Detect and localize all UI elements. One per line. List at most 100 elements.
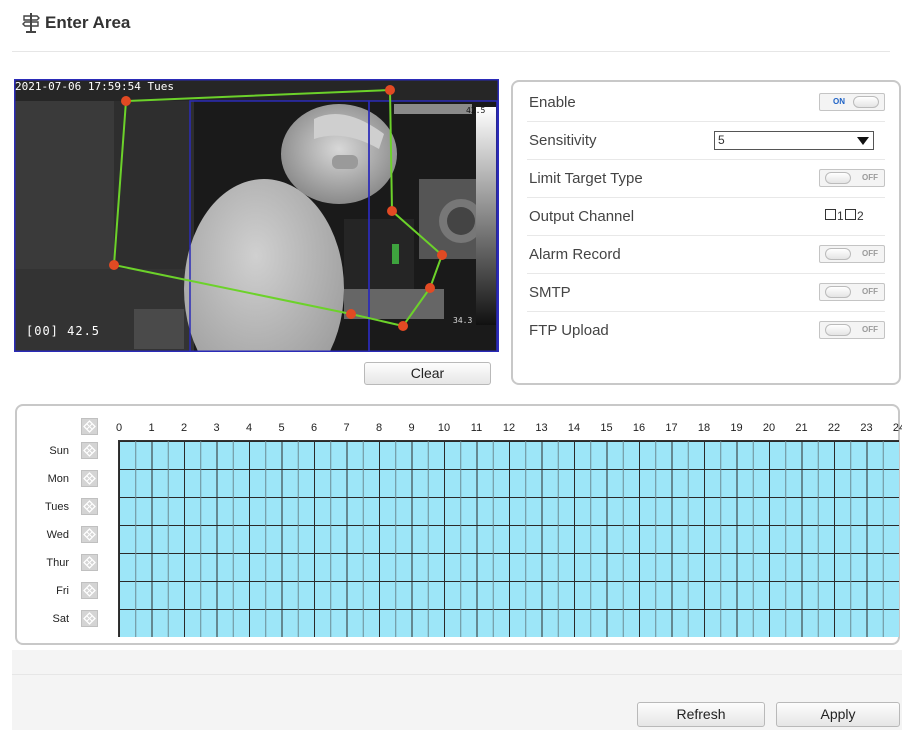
refresh-icon: [83, 528, 96, 541]
select-all-button[interactable]: [81, 418, 98, 435]
day-label: Mon: [47, 473, 69, 485]
hour-label: 0: [115, 422, 123, 434]
limit-target-type-label: Limit Target Type: [529, 170, 643, 187]
hour-label: 18: [697, 422, 711, 434]
day-label: Tues: [44, 501, 69, 513]
setting-row-smtp: SMTP OFF: [527, 274, 885, 312]
day-select-button[interactable]: [81, 554, 98, 571]
refresh-icon: [83, 612, 96, 625]
hour-label: 9: [408, 422, 415, 434]
toggle-knob: [825, 172, 851, 184]
hour-label: 20: [762, 422, 776, 434]
output-channel-1-label: 1: [837, 209, 844, 223]
day-label: Fri: [56, 585, 69, 597]
ftp-upload-toggle[interactable]: OFF: [819, 321, 885, 339]
thermal-image: [14, 79, 499, 352]
video-camera-id: [00] 42.5: [26, 324, 101, 338]
enable-label: Enable: [529, 94, 576, 111]
schedule-panel: 0123456789101112131415161718192021222324…: [15, 404, 902, 645]
output-channel-2-label: 2: [857, 209, 864, 223]
setting-row-sensitivity: Sensitivity 5: [527, 122, 885, 160]
day-label: Sat: [52, 613, 69, 625]
sensitivity-label: Sensitivity: [529, 132, 597, 149]
refresh-button[interactable]: Refresh: [637, 702, 765, 727]
day-label: Sun: [49, 445, 69, 457]
hour-label: 2: [180, 422, 188, 434]
day-select-button[interactable]: [81, 582, 98, 599]
signpost-icon: [22, 13, 40, 33]
day-select-button[interactable]: [81, 442, 98, 459]
smtp-state: OFF: [862, 287, 878, 296]
output-channel-2-checkbox[interactable]: [845, 209, 856, 220]
sensitivity-select[interactable]: 5: [714, 131, 874, 150]
header-divider: [12, 51, 890, 52]
hour-label: 13: [535, 422, 548, 434]
hour-label: 16: [632, 422, 646, 434]
hour-label: 19: [730, 422, 743, 434]
temp-scale-min: 34.3: [453, 316, 473, 325]
video-timestamp: 2021-07-06 17:59:54 Tues: [15, 80, 174, 93]
toggle-knob: [825, 286, 851, 298]
refresh-icon: [83, 500, 96, 513]
hour-label: 7: [343, 422, 350, 434]
day-label: Wed: [46, 529, 69, 541]
enable-toggle[interactable]: ON: [819, 93, 885, 111]
footer-divider: [12, 674, 902, 675]
day-select-button[interactable]: [81, 498, 98, 515]
day-select-button[interactable]: [81, 610, 98, 627]
settings-panel: Enable ON Sensitivity 5 Limit Target Typ…: [511, 80, 901, 385]
hour-label: 4: [245, 422, 253, 434]
refresh-icon: [83, 584, 96, 597]
toggle-knob: [853, 96, 879, 108]
hour-label: 14: [567, 422, 581, 434]
hour-label: 22: [827, 422, 841, 434]
hour-label: 21: [795, 422, 808, 434]
day-label: Thur: [46, 557, 69, 569]
setting-row-alarm-record: Alarm Record OFF: [527, 236, 885, 274]
refresh-icon: [83, 472, 96, 485]
clear-button[interactable]: Clear: [364, 362, 491, 385]
chevron-down-icon: [857, 137, 869, 145]
smtp-label: SMTP: [529, 284, 571, 301]
hour-label: 23: [860, 422, 873, 434]
footer-bar: [12, 650, 902, 730]
apply-button[interactable]: Apply: [776, 702, 900, 727]
hour-label: 6: [310, 422, 318, 434]
setting-row-limit-target-type: Limit Target Type OFF: [527, 160, 885, 198]
hour-label: 3: [213, 422, 220, 434]
schedule-grid[interactable]: [118, 440, 899, 637]
refresh-icon: [83, 420, 96, 433]
alarm-record-label: Alarm Record: [529, 246, 621, 263]
video-preview[interactable]: 2021-07-06 17:59:54 Tues [00] 42.5 42.5 …: [14, 79, 499, 352]
output-channel-1-checkbox[interactable]: [825, 209, 836, 220]
alarm-record-state: OFF: [862, 249, 878, 258]
toggle-knob: [825, 248, 851, 260]
day-select-button[interactable]: [81, 470, 98, 487]
ftp-upload-label: FTP Upload: [529, 322, 609, 339]
refresh-icon: [83, 444, 96, 457]
hour-label: 1: [148, 422, 155, 434]
limit-target-type-toggle[interactable]: OFF: [819, 169, 885, 187]
day-select-button[interactable]: [81, 526, 98, 543]
setting-row-enable: Enable ON: [527, 84, 885, 122]
limit-target-type-state: OFF: [862, 173, 878, 182]
setting-row-ftp-upload: FTP Upload OFF: [527, 312, 885, 349]
refresh-icon: [83, 556, 96, 569]
page-header: Enter Area: [22, 10, 130, 36]
alarm-record-toggle[interactable]: OFF: [819, 245, 885, 263]
enable-toggle-state: ON: [833, 97, 845, 106]
hour-label: 17: [665, 422, 678, 434]
hour-label: 11: [470, 422, 483, 434]
hour-label: 24: [892, 422, 902, 434]
page-title: Enter Area: [45, 13, 131, 32]
sensitivity-value: 5: [718, 133, 725, 147]
toggle-knob: [825, 324, 851, 336]
hour-label: 10: [437, 422, 451, 434]
hour-label: 5: [278, 422, 285, 434]
hour-label: 8: [375, 422, 383, 434]
smtp-toggle[interactable]: OFF: [819, 283, 885, 301]
temp-scale-max: 42.5: [466, 106, 486, 115]
output-channel-label: Output Channel: [529, 208, 635, 225]
setting-row-output-channel: Output Channel 1 2: [527, 198, 885, 236]
hour-label: 12: [502, 422, 516, 434]
